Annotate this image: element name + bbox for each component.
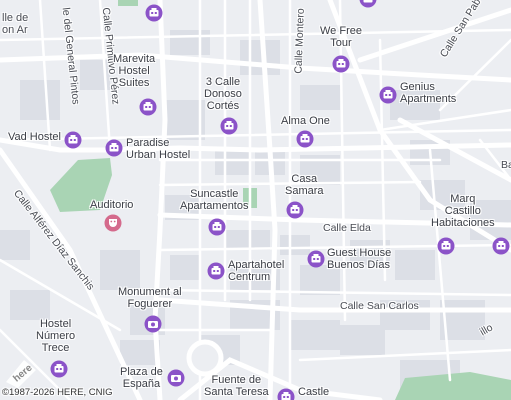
street-label: Calle Montero [292,8,307,74]
place-label: Monument al Foguerer [118,286,182,310]
place-label: Casa Samara [285,173,324,197]
place-label: Apartahotel Centrum [228,259,285,283]
hotel-icon[interactable] [437,237,455,255]
hotel-icon[interactable] [379,86,397,104]
hotel-icon[interactable] [286,201,304,219]
place-label: Castle [298,386,330,398]
hotel-icon[interactable] [207,262,225,280]
hotel-icon[interactable] [64,131,82,149]
place-label: 3 Calle Donoso Cortés [204,76,242,112]
street-label: Calle San Carlos [340,300,419,312]
place-label: Marq Castillo Habitaciones [431,193,495,229]
street-label: lle de on Ar [2,12,29,36]
hotel-icon[interactable] [208,218,226,236]
hotel-icon[interactable] [277,388,295,400]
place-label: Suncastle Apartamentos [180,188,249,212]
partial-label: Ba [501,159,511,171]
copyright-text: ©1987-2026 HERE, CNIG [2,387,113,398]
place-label: Marevita Hostel Suites [113,53,156,89]
place-label: Fuente de Santa Teresa [204,374,269,398]
place-label: Paradise Urban Hostel [126,137,191,161]
place-label: Vad Hostel [8,131,61,143]
place-label: Plaza de España [120,366,163,390]
hotel-icon[interactable] [139,98,157,116]
place-label: We Free Tour [320,25,362,49]
hotel-icon[interactable] [332,55,350,73]
hotel-icon[interactable] [105,139,123,157]
place-label: Auditorio [90,199,134,211]
hotel-icon[interactable] [50,360,68,378]
street-label: Calle Elda [323,222,371,234]
place-label: Guest House Buenos Días [327,247,392,271]
here-logo: here [6,360,36,388]
map-canvas[interactable]: lle de on Ar le del General Pintos Calle… [0,0,511,400]
hotel-icon[interactable] [307,250,325,268]
camera-icon[interactable] [144,315,162,333]
camera-icon[interactable] [167,369,185,387]
place-label: Genius Apartments [400,81,457,105]
hotel-icon[interactable] [296,130,314,148]
hotel-icon[interactable] [220,117,238,135]
place-label: Alma One [281,115,330,127]
auditorium-icon[interactable] [104,214,122,232]
hotel-icon[interactable] [145,4,163,22]
hotel-icon[interactable] [359,0,377,8]
hotel-icon[interactable] [492,237,510,255]
place-label: Hostel Número Trece [36,318,76,354]
